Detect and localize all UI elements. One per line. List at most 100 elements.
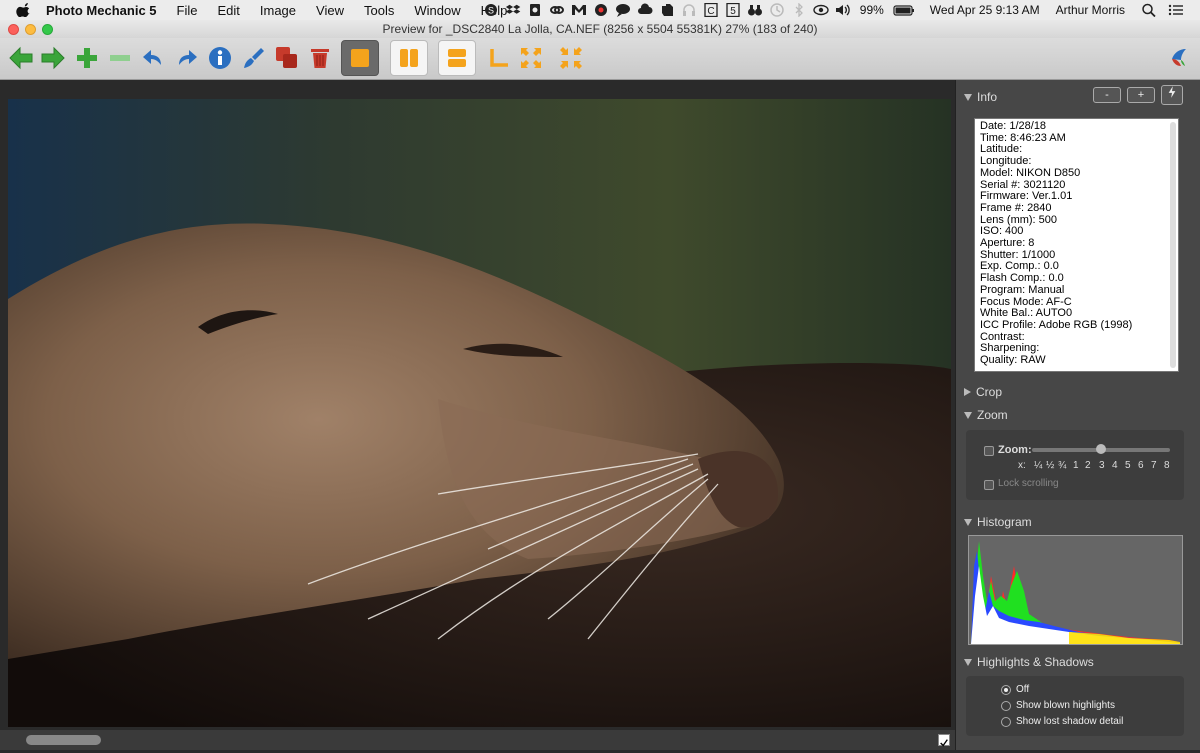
highlights-option-blown[interactable]: Show blown highlights — [1001, 700, 1115, 711]
metadata-line: ICC Profile: Adobe RGB (1998) — [980, 318, 1133, 331]
redo-button[interactable] — [171, 42, 201, 74]
chat-bubble-icon[interactable] — [615, 3, 631, 17]
zoom-scale-tick[interactable]: 2 — [1085, 460, 1091, 471]
filmstrip-scrollbar[interactable] — [26, 735, 101, 745]
spotlight-search-icon[interactable] — [1141, 3, 1157, 17]
copy-button[interactable] — [272, 42, 302, 74]
actual-size-icon — [560, 47, 582, 69]
two-up-horizontal-icon — [448, 49, 466, 67]
zoom-section-header[interactable]: Zoom — [964, 408, 1008, 422]
app-menu[interactable]: Photo Mechanic 5 — [46, 3, 167, 18]
record-icon[interactable] — [593, 3, 609, 17]
histogram-section-header[interactable]: Histogram — [964, 515, 1032, 529]
link-monitor-icon[interactable] — [549, 3, 565, 17]
volume-icon[interactable] — [835, 3, 851, 17]
window-title: Preview for _DSC2840 La Jolla, CA.NEF (8… — [382, 22, 818, 36]
disclosure-down-icon — [964, 658, 972, 666]
zoom-scale-tick[interactable]: 8 — [1164, 460, 1170, 471]
close-window-button[interactable] — [8, 24, 19, 35]
radio-button[interactable] — [1001, 684, 1011, 695]
previous-button[interactable] — [6, 42, 36, 74]
info-action-button[interactable] — [1161, 85, 1183, 105]
delete-button[interactable] — [305, 42, 335, 74]
highlights-options: Off Show blown highlights Show lost shad… — [966, 676, 1184, 736]
info-section-header[interactable]: Info — [964, 90, 997, 104]
notification-center-icon[interactable] — [1168, 3, 1184, 17]
highlights-section-header[interactable]: Highlights & Shadows — [964, 655, 1094, 669]
actual-size-button[interactable] — [556, 42, 586, 74]
headphones-icon[interactable] — [681, 3, 697, 17]
status-area: S C 5 99% Wed Apr 25 9:13 AM Arthur Morr… — [480, 0, 1200, 20]
sea-lion-photo — [8, 99, 951, 727]
info-icon — [209, 47, 231, 69]
zoom-scale-tick[interactable]: ¼ — [1034, 460, 1042, 471]
two-up-vertical-button[interactable] — [390, 40, 428, 76]
zoom-scale-tick[interactable]: 5 — [1125, 460, 1131, 471]
color-class-button[interactable] — [239, 42, 269, 74]
gmail-icon[interactable] — [571, 3, 587, 17]
bluetooth-icon[interactable] — [791, 3, 807, 17]
minimize-window-button[interactable] — [25, 24, 36, 35]
undo-button[interactable] — [139, 42, 169, 74]
menu-image[interactable]: Image — [250, 3, 306, 18]
two-up-horizontal-button[interactable] — [438, 40, 476, 76]
evernote-icon[interactable] — [659, 3, 675, 17]
zoom-scale-tick[interactable]: 6 — [1138, 460, 1144, 471]
zoom-window-button[interactable] — [42, 24, 53, 35]
zoom-scale-tick[interactable]: ¾ — [1058, 460, 1066, 471]
lock-scrolling-checkbox[interactable] — [984, 480, 994, 490]
info-decrease-button[interactable]: - — [1093, 87, 1121, 103]
time-machine-icon[interactable] — [769, 3, 785, 17]
apple-menu-icon[interactable] — [16, 3, 30, 17]
toolbar — [0, 38, 1200, 80]
crop-section-header[interactable]: Crop — [964, 385, 1002, 399]
svg-text:S: S — [488, 6, 494, 16]
html5-icon[interactable]: 5 — [725, 3, 741, 17]
info-increase-button[interactable]: + — [1127, 87, 1155, 103]
zoom-slider-thumb[interactable] — [1096, 444, 1106, 454]
document-sync-icon[interactable] — [527, 3, 543, 17]
binoculars-icon[interactable] — [747, 3, 763, 17]
zoom-checkbox[interactable] — [984, 446, 994, 456]
menu-tools[interactable]: Tools — [354, 3, 404, 18]
histogram-curves — [971, 541, 1180, 644]
app-logo-button[interactable] — [1164, 42, 1194, 74]
menu-window[interactable]: Window — [404, 3, 470, 18]
battery-icon[interactable] — [893, 3, 915, 17]
radio-button[interactable] — [1001, 716, 1011, 727]
user-name[interactable]: Arthur Morris — [1056, 3, 1125, 17]
next-button[interactable] — [38, 42, 68, 74]
clipboard-c-icon[interactable]: C — [703, 3, 719, 17]
zoom-scale-tick[interactable]: ½ — [1046, 460, 1054, 471]
remove-button[interactable] — [105, 42, 135, 74]
window-title-bar: Preview for _DSC2840 La Jolla, CA.NEF (8… — [0, 20, 1200, 38]
crop-button[interactable] — [484, 42, 514, 74]
zoom-scale-tick[interactable]: 7 — [1151, 460, 1157, 471]
menu-edit[interactable]: Edit — [207, 3, 249, 18]
bottom-checkbox[interactable] — [938, 734, 950, 747]
check-icon — [940, 739, 948, 747]
zoom-controls: Zoom: x: ¼ ½ ¾ 1 2 3 4 5 6 7 8 Lock scro… — [966, 430, 1184, 500]
photo-preview[interactable] — [8, 99, 951, 727]
highlights-option-off[interactable]: Off — [1001, 684, 1029, 695]
add-button[interactable] — [72, 42, 102, 74]
histogram-graph — [968, 535, 1183, 645]
metadata-scrollbar[interactable] — [1170, 122, 1176, 368]
menu-clock[interactable]: Wed Apr 25 9:13 AM — [930, 3, 1040, 17]
metadata-line: Quality: RAW — [980, 354, 1046, 367]
dropbox-icon[interactable] — [505, 3, 521, 17]
zoom-scale-tick[interactable]: 1 — [1073, 460, 1079, 471]
single-view-button[interactable] — [341, 40, 379, 76]
highlights-option-shadow[interactable]: Show lost shadow detail — [1001, 716, 1123, 727]
eye-icon[interactable] — [813, 3, 829, 17]
radio-button[interactable] — [1001, 700, 1011, 711]
fit-zoom-button[interactable] — [516, 42, 546, 74]
menu-view[interactable]: View — [306, 3, 354, 18]
info-button[interactable] — [205, 42, 235, 74]
zoom-scale-tick[interactable]: 4 — [1112, 460, 1118, 471]
zoom-scale-tick[interactable]: 3 — [1099, 460, 1105, 471]
cloud-drive-icon[interactable] — [637, 3, 653, 17]
skype-icon[interactable]: S — [483, 3, 499, 17]
menu-file[interactable]: File — [167, 3, 208, 18]
metadata-box[interactable]: Date: 1/28/18 Time: 8:46:23 AM Latitude: Lo… — [974, 118, 1179, 372]
